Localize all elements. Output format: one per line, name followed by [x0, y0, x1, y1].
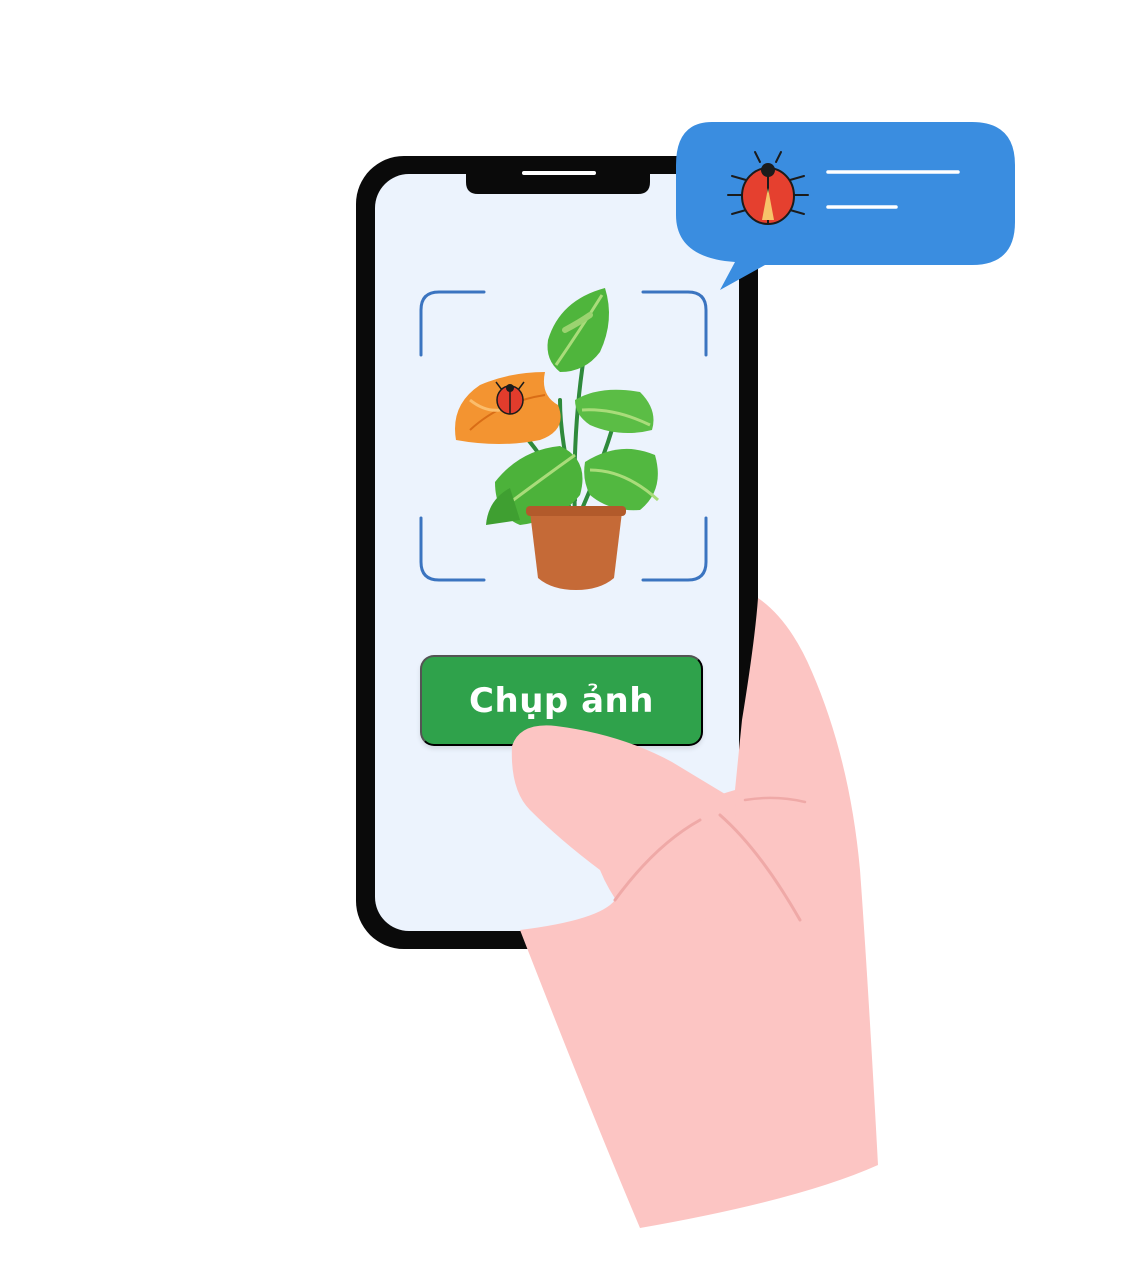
phone-notch	[466, 174, 650, 194]
plant-pot	[530, 512, 622, 590]
capture-photo-button[interactable]: Chụp ảnh	[420, 655, 703, 746]
illustration: Chụp ảnh	[0, 0, 1129, 1280]
ladybug-icon	[495, 381, 525, 415]
phone-scene	[356, 122, 1015, 949]
